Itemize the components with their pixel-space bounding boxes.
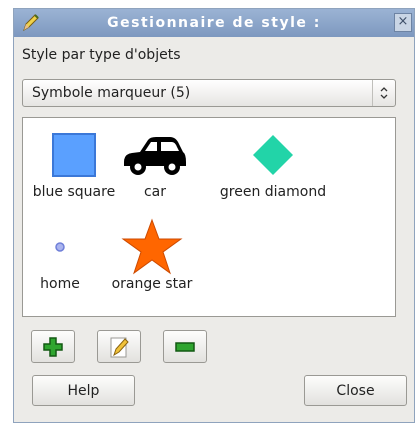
- close-button[interactable]: Close: [304, 375, 407, 406]
- car-icon: [124, 137, 186, 175]
- title-bar[interactable]: Gestionnaire de style : ×: [14, 9, 414, 37]
- edit-icon: [110, 337, 129, 357]
- add-symbol-button[interactable]: [31, 330, 75, 363]
- green-diamond-icon: [253, 135, 293, 175]
- updown-arrow-icon: [372, 80, 395, 106]
- symbol-item-car[interactable]: car: [100, 130, 210, 200]
- window-title: Gestionnaire de style :: [107, 15, 321, 31]
- section-label: Style par type d'objets: [22, 47, 181, 63]
- help-button[interactable]: Help: [32, 375, 135, 406]
- symbol-label: car: [143, 184, 167, 200]
- symbol-list[interactable]: blue square car green diamond home orang…: [22, 117, 396, 317]
- blue-square-icon: [52, 133, 96, 177]
- remove-icon: [175, 341, 195, 352]
- object-type-select-value: Symbole marqueur (5): [32, 85, 191, 101]
- pencil-icon: [23, 14, 39, 32]
- symbol-item-green-diamond[interactable]: green diamond: [209, 130, 337, 200]
- object-type-select[interactable]: Symbole marqueur (5): [22, 79, 396, 107]
- remove-symbol-button[interactable]: [163, 330, 207, 363]
- orange-star-icon: [121, 218, 183, 275]
- symbol-label: green diamond: [219, 184, 327, 200]
- edit-symbol-button[interactable]: [97, 330, 141, 363]
- add-icon: [43, 336, 63, 357]
- symbol-item-orange-star[interactable]: orange star: [97, 218, 207, 292]
- close-icon[interactable]: ×: [394, 13, 412, 32]
- small-dot-icon: [55, 242, 65, 252]
- symbol-label: orange star: [111, 276, 193, 292]
- style-manager-window: Gestionnaire de style : × Style par type…: [13, 8, 415, 423]
